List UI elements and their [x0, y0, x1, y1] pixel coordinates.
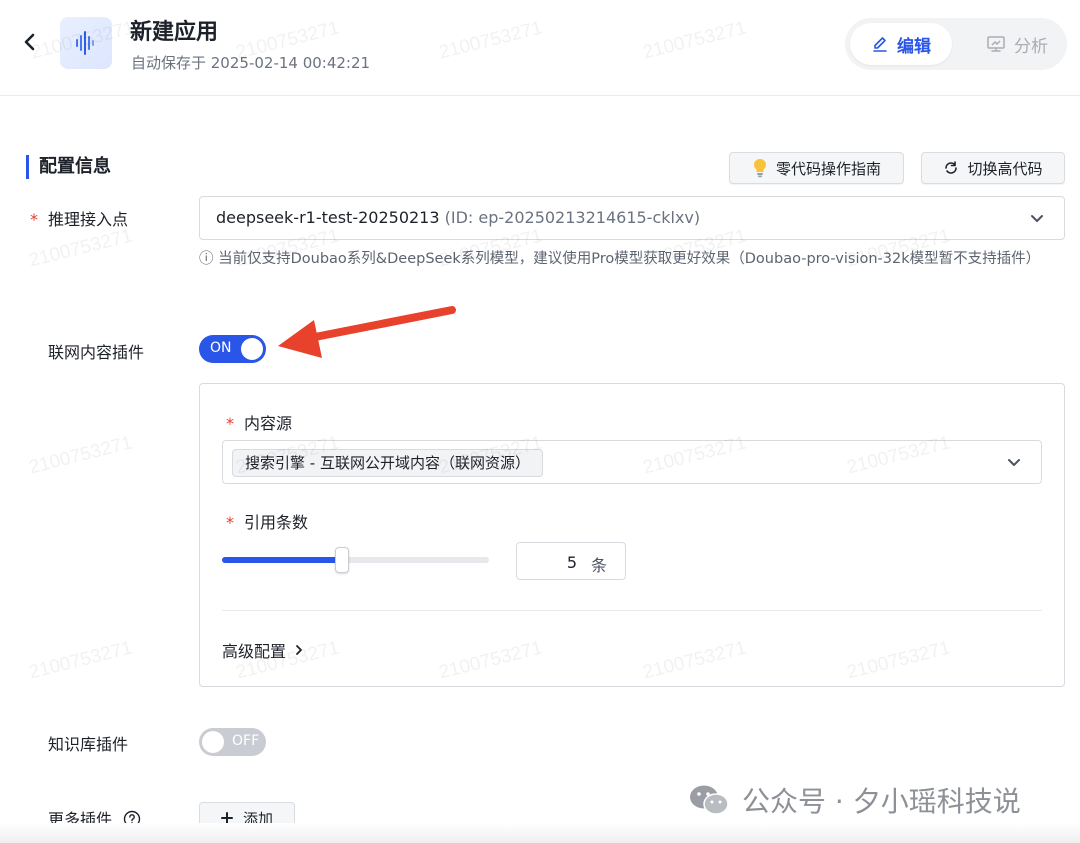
- app-title: 新建应用: [130, 20, 219, 45]
- required-mark: *: [30, 210, 38, 229]
- back-arrow-icon[interactable]: [18, 30, 42, 54]
- switch-code-button[interactable]: 切换高代码: [921, 152, 1065, 184]
- section-title: 配置信息: [26, 155, 111, 179]
- tab-analysis[interactable]: 分析: [973, 23, 1061, 65]
- chevron-right-icon: [296, 645, 302, 655]
- add-plugin-button-label: 添加: [242, 809, 273, 828]
- tab-analysis-label: 分析: [1014, 36, 1048, 57]
- wechat-icon: [690, 785, 729, 815]
- chevron-down-icon: [1031, 215, 1043, 222]
- citation-count-label-text: 引用条数: [244, 513, 309, 532]
- switch-code-button-label: 切换高代码: [967, 159, 1043, 178]
- lightbulb-icon: [753, 159, 766, 178]
- tab-edit-label: 编辑: [897, 36, 931, 57]
- wechat-watermark: 公众号 · 夕小瑶科技说: [688, 780, 1021, 820]
- citation-count-field[interactable]: 条: [516, 542, 626, 580]
- content-source-label: * 内容源: [226, 410, 292, 434]
- watermark: 2100753271: [26, 637, 135, 684]
- switch-icon: [945, 161, 958, 174]
- citation-slider-track[interactable]: [222, 557, 489, 563]
- content-source-select[interactable]: 搜索引擎 - 互联网公开域内容（联网资源）: [222, 440, 1042, 484]
- citation-slider-thumb[interactable]: [335, 547, 350, 573]
- citation-slider-fill: [222, 557, 343, 563]
- endpoint-select[interactable]: deepseek-r1-test-20250213 (ID: ep-202502…: [199, 196, 1065, 240]
- content-source-tag: 搜索引擎 - 互联网公开域内容（联网资源）: [232, 449, 543, 477]
- knowledge-plugin-label: 知识库插件: [48, 735, 129, 754]
- add-plugin-button[interactable]: 添加: [199, 802, 295, 834]
- more-plugins-label: 更多插件: [48, 806, 141, 830]
- knowledge-plugin-toggle-text: OFF: [232, 733, 260, 749]
- endpoint-label-text: 推理接入点: [48, 210, 129, 229]
- monitor-chart-icon: [987, 36, 1005, 52]
- watermark: 2100753271: [26, 225, 135, 272]
- web-plugin-toggle[interactable]: ON: [199, 335, 266, 363]
- chevron-down-icon: [1008, 459, 1020, 466]
- bottom-fade: [0, 823, 1080, 843]
- advanced-config-label: 高级配置: [222, 642, 287, 661]
- required-mark: *: [226, 414, 234, 433]
- knowledge-plugin-toggle[interactable]: OFF: [199, 728, 266, 756]
- required-mark: *: [226, 513, 234, 532]
- endpoint-value-id: (ID: ep-20250213214615-cklxv): [444, 208, 701, 227]
- tab-edit[interactable]: 编辑: [850, 23, 952, 65]
- toggle-knob: [241, 338, 263, 360]
- help-circle-icon[interactable]: [123, 810, 141, 828]
- citation-count-input[interactable]: [527, 550, 577, 574]
- citation-count-unit: 条: [591, 556, 608, 575]
- app-logo-icon: [60, 17, 112, 69]
- plus-icon: [220, 812, 233, 824]
- autosave-status: 自动保存于 2025-02-14 00:42:21: [131, 54, 371, 72]
- guide-button-label: 零代码操作指南: [775, 159, 881, 178]
- content-source-label-text: 内容源: [244, 414, 293, 433]
- edit-icon: [873, 37, 887, 52]
- panel-divider: [222, 610, 1042, 611]
- more-plugins-label-text: 更多插件: [48, 810, 113, 829]
- citation-count-label: * 引用条数: [226, 509, 308, 533]
- web-plugin-panel: [199, 383, 1065, 687]
- wechat-account-name: 公众号 · 夕小瑶科技说: [742, 785, 1021, 818]
- red-arrow-annotation: [278, 306, 456, 358]
- advanced-config-link[interactable]: 高级配置: [222, 638, 304, 662]
- web-plugin-toggle-text: ON: [210, 340, 232, 356]
- endpoint-label: * 推理接入点: [30, 206, 128, 230]
- web-plugin-label: 联网内容插件: [48, 343, 145, 362]
- guide-button[interactable]: 零代码操作指南: [729, 152, 904, 184]
- mode-tabs: 编辑 分析: [845, 18, 1067, 70]
- endpoint-hint: ⓘ 当前仅支持Doubao系列&DeepSeek系列模型，建议使用Pro模型获取…: [199, 251, 1041, 267]
- endpoint-value-name: deepseek-r1-test-20250213: [216, 208, 440, 227]
- toggle-knob: [202, 731, 224, 753]
- watermark: 2100753271: [26, 432, 135, 479]
- app-header: 新建应用 自动保存于 2025-02-14 00:42:21 编辑 分析: [0, 0, 1080, 96]
